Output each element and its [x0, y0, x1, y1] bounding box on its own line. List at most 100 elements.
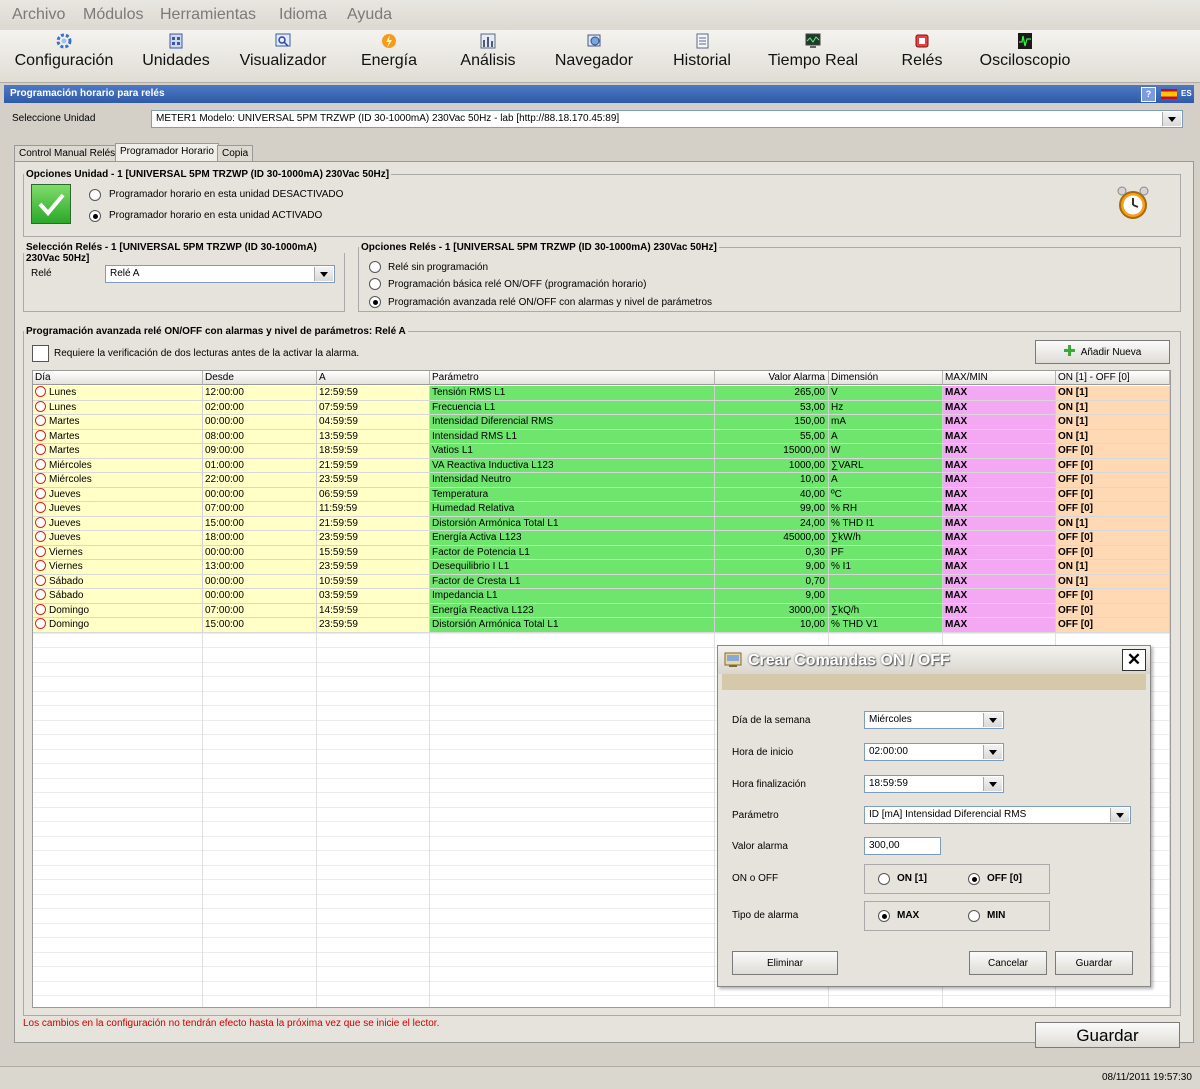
table-row[interactable]: Miércoles 01:00:00 21:59:59 VA Reactiva Ind…	[33, 458, 1170, 473]
relay-advanced-radio[interactable]	[369, 296, 381, 308]
cell-maxmin-text: MAX	[945, 445, 968, 456]
toolbar-unidades[interactable]: Unidades	[140, 32, 212, 70]
chevron-down-icon[interactable]	[983, 745, 1002, 759]
chevron-down-icon[interactable]	[983, 777, 1002, 791]
header-onoff[interactable]: ON [1] - OFF [0]	[1056, 371, 1170, 385]
toolbar-configuracion[interactable]: Configuración	[14, 32, 114, 70]
cancel-button[interactable]: Cancelar	[969, 951, 1047, 975]
dialog-save-button[interactable]: Guardar	[1055, 951, 1133, 975]
help-button[interactable]: ?	[1141, 87, 1156, 102]
table-row[interactable]: Jueves 15:00:00 21:59:59 Distorsión Armónic…	[33, 516, 1170, 531]
cell-a-text: 14:59:59	[319, 604, 358, 616]
toolbar-navegador[interactable]: Navegador	[552, 32, 636, 70]
cell-parametro-text: Factor de Cresta L1	[432, 575, 521, 587]
chevron-down-icon[interactable]	[314, 267, 333, 281]
cell-dimension-text: W	[831, 445, 841, 456]
header-dia[interactable]: Día	[33, 371, 203, 385]
header-desde[interactable]: Desde	[203, 371, 317, 385]
two-readings-checkbox[interactable]	[32, 345, 49, 362]
table-row[interactable]: Lunes 02:00:00 07:59:59 Frecuencia L1 53,00 H…	[33, 400, 1170, 415]
toolbar-historial[interactable]: Historial	[668, 32, 736, 70]
cell-dia: Jueves	[33, 516, 203, 531]
cell-dia: Martes	[33, 429, 203, 444]
relay-none-radio[interactable]	[369, 261, 381, 273]
cell-onoff: ON [1]	[1056, 415, 1170, 430]
menu-ayuda[interactable]: Ayuda	[347, 6, 392, 24]
header-parametro[interactable]: Parámetro	[430, 371, 715, 385]
toolbar-energia[interactable]: Energía	[358, 32, 420, 70]
alarm-value-input[interactable]: 300,00	[864, 837, 941, 855]
options-unit-legend: Opciones Unidad - 1 [UNIVERSAL 5PM TRZWP…	[26, 169, 390, 180]
header-a[interactable]: A	[317, 371, 430, 385]
end-time-select[interactable]: 18:59:59	[864, 775, 1004, 793]
spain-flag-icon[interactable]	[1161, 89, 1177, 99]
max-radio[interactable]	[878, 910, 890, 922]
table-row[interactable]: Sábado 00:00:00 03:59:59 Impedancia L1 9,00 M…	[33, 589, 1170, 604]
unit-select[interactable]: METER1 Modelo: UNIVERSAL 5PM TRZWP (ID 3…	[151, 110, 1183, 128]
alarm-value-label: Valor alarma	[732, 841, 788, 852]
min-radio[interactable]	[968, 910, 980, 922]
add-new-button[interactable]: Añadir Nueva	[1035, 340, 1170, 364]
toolbar-osciloscopio[interactable]: Osciloscopio	[978, 32, 1072, 70]
cell-dimension: A	[829, 429, 943, 444]
cell-a-text: 21:59:59	[319, 517, 358, 529]
day-select[interactable]: Miércoles	[864, 711, 1004, 729]
start-time-select[interactable]: 02:00:00	[864, 743, 1004, 761]
table-row[interactable]: Jueves 18:00:00 23:59:59 Energía Activa L12…	[33, 531, 1170, 546]
min-label: MIN	[987, 910, 1006, 921]
toolbar-reles[interactable]: Relés	[896, 32, 948, 70]
table-row[interactable]: Viernes 13:00:00 23:59:59 Desequilibrio I L…	[33, 560, 1170, 575]
grid-line	[33, 995, 1170, 996]
table-row[interactable]: Martes 09:00:00 18:59:59 Vatios L1 15000,00 W…	[33, 444, 1170, 459]
table-row[interactable]: Jueves 00:00:00 06:59:59 Temperatura 40,00 ºC…	[33, 487, 1170, 502]
delete-button[interactable]: Eliminar	[732, 951, 838, 975]
toolbar-analisis[interactable]: Análisis	[456, 32, 520, 70]
scheduler-off-radio[interactable]	[89, 189, 101, 201]
menu-archivo[interactable]: Archivo	[12, 6, 65, 24]
table-row[interactable]: Sábado 00:00:00 10:59:59 Factor de Cresta L…	[33, 574, 1170, 589]
parameter-value: ID [mA] Intensidad Diferencial RMS	[869, 809, 1027, 820]
table-row[interactable]: Domingo 07:00:00 14:59:59 Energía Reactiva …	[33, 603, 1170, 618]
table-row[interactable]: Martes 08:00:00 13:59:59 Intensidad RMS L1 5…	[33, 429, 1170, 444]
chevron-down-icon[interactable]	[1110, 808, 1129, 822]
cell-onoff-text: OFF [0]	[1058, 474, 1093, 485]
table-row[interactable]: Jueves 07:00:00 11:59:59 Humedad Relativa 99…	[33, 502, 1170, 517]
table-row[interactable]: Martes 00:00:00 04:59:59 Intensidad Diferen…	[33, 415, 1170, 430]
table-row[interactable]: Lunes 12:00:00 12:59:59 Tensión RMS L1 265,0…	[33, 386, 1170, 401]
off-radio[interactable]	[968, 873, 980, 885]
toolbar-tiempo-real-label: Tiempo Real	[767, 52, 859, 69]
relay-select[interactable]: Relé A	[105, 265, 335, 283]
table-row[interactable]: Miércoles 22:00:00 23:59:59 Intensidad Neut…	[33, 473, 1170, 488]
chevron-down-icon[interactable]	[1162, 112, 1181, 126]
menu-idioma[interactable]: Idioma	[279, 6, 327, 24]
cell-onoff: OFF [0]	[1056, 618, 1170, 633]
cell-dimension-text: ∑kQ/h	[831, 604, 860, 616]
toolbar-tiempo-real[interactable]: Tiempo Real	[764, 32, 862, 70]
scheduler-on-radio[interactable]	[89, 210, 101, 222]
cell-maxmin-text: MAX	[945, 604, 968, 616]
header-dimension[interactable]: Dimensión	[829, 371, 943, 385]
cell-dia: Lunes	[33, 386, 203, 401]
on-radio[interactable]	[878, 873, 890, 885]
cell-desde-text: 01:00:00	[205, 459, 244, 471]
tab-programador-horario[interactable]: Programador Horario	[115, 143, 219, 162]
table-row[interactable]: Viernes 00:00:00 15:59:59 Factor de Potenci…	[33, 545, 1170, 560]
menu-modulos[interactable]: Módulos	[83, 6, 143, 24]
menu-herramientas[interactable]: Herramientas	[160, 6, 256, 24]
tab-copia[interactable]: Copia	[217, 145, 254, 162]
close-icon[interactable]: ✕	[1122, 649, 1146, 671]
header-maxmin[interactable]: MAX/MIN	[943, 371, 1056, 385]
cell-a-text: 04:59:59	[319, 416, 358, 427]
cell-maxmin: MAX	[943, 589, 1056, 604]
cell-dia: Jueves	[33, 487, 203, 502]
check-icon	[31, 184, 71, 224]
tab-control-manual[interactable]: Control Manual Relés	[14, 145, 121, 162]
parameter-select[interactable]: ID [mA] Intensidad Diferencial RMS	[864, 806, 1131, 824]
save-button[interactable]: Guardar	[1035, 1022, 1180, 1048]
day-select-value: Miércoles	[869, 714, 912, 725]
toolbar-visualizador[interactable]: Visualizador	[238, 32, 328, 70]
table-row[interactable]: Domingo 15:00:00 23:59:59 Distorsión Armóni…	[33, 618, 1170, 633]
chevron-down-icon[interactable]	[983, 713, 1002, 727]
header-valor-alarma[interactable]: Valor Alarma	[715, 371, 829, 385]
relay-basic-radio[interactable]	[369, 278, 381, 290]
